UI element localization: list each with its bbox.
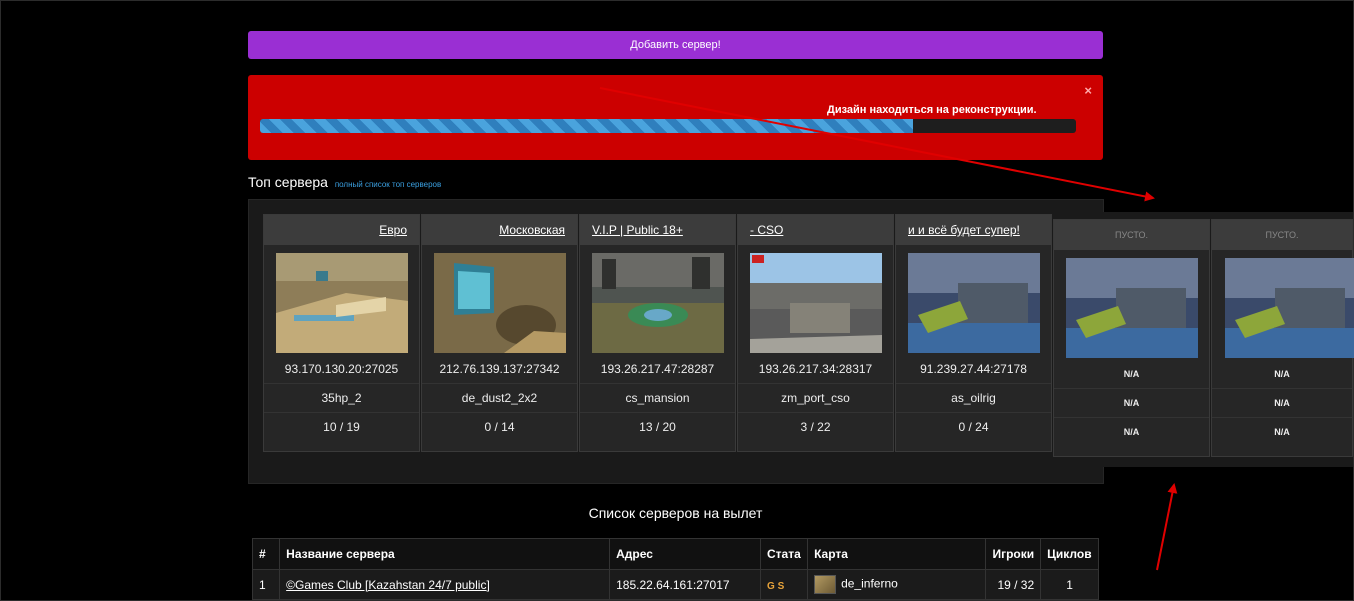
row-cycles: 1: [1040, 569, 1099, 600]
server-map: de_dust2_2x2: [422, 383, 577, 412]
column-header-map: Карта: [807, 538, 987, 570]
full-top-list-link[interactable]: полный список топ серверов: [335, 180, 441, 189]
server-players: N/A: [1054, 417, 1209, 446]
server-map: zm_port_cso: [738, 383, 893, 412]
server-card-header: - CSO: [738, 215, 893, 245]
server-card-header: и и всё будет супер!: [896, 215, 1051, 245]
table-header-row: # Название сервера Адрес Стата Карта Игр…: [251, 538, 1099, 570]
row-name-cell: ©Games Club [Kazahstan 24/7 public]: [279, 569, 611, 600]
server-address: 193.26.217.47:28287: [600, 362, 715, 376]
server-name-link[interactable]: Евро: [264, 223, 419, 237]
empty-server-card: ПУСТО. N/A N/A N/A: [1211, 219, 1354, 457]
table-row: 1 ©Games Club [Kazahstan 24/7 public] 18…: [251, 569, 1099, 600]
server-address: 212.76.139.137:27342: [439, 362, 560, 376]
map-thumbnail[interactable]: [591, 253, 724, 353]
column-header-name: Название сервера: [279, 538, 611, 570]
alert-message: Дизайн находиться на реконструкции.: [827, 104, 1037, 116]
server-players: 13 / 20: [580, 412, 735, 441]
column-header-address: Адрес: [609, 538, 762, 570]
row-number: 1: [251, 569, 281, 600]
column-header-number: #: [251, 538, 281, 570]
server-card: V.I.P | Public 18+ 193.26.217.47:28287 c…: [579, 214, 736, 452]
server-name-link[interactable]: ©Games Club [Kazahstan 24/7 public]: [286, 578, 490, 592]
row-stats-cell: G S: [760, 569, 809, 600]
server-card-header: Московская: [422, 215, 577, 245]
progress-bar: [260, 119, 1076, 133]
server-list-title: Список серверов на вылет: [588, 505, 763, 521]
map-thumbnail[interactable]: [749, 253, 882, 353]
server-map: N/A: [1054, 388, 1209, 417]
server-map: 35hp_2: [264, 383, 419, 412]
map-thumbnail-icon: [814, 575, 837, 594]
row-map: de_inferno: [841, 576, 898, 591]
server-map: as_oilrig: [896, 383, 1051, 412]
server-address: 91.239.27.44:27178: [920, 362, 1027, 376]
annotation-arrow-up: [1156, 483, 1178, 571]
server-card-header: V.I.P | Public 18+: [580, 215, 735, 245]
column-header-stats: Стата: [760, 538, 809, 570]
progress-bar-fill: [260, 119, 913, 133]
server-players: 0 / 14: [422, 412, 577, 441]
server-address: N/A: [1123, 369, 1140, 379]
row-address: 185.22.64.161:27017: [609, 569, 762, 600]
map-thumbnail: [1225, 258, 1354, 358]
empty-server-card: ПУСТО. N/A N/A N/A: [1053, 219, 1210, 457]
row-players: 19 / 32: [985, 569, 1042, 600]
server-name-link[interactable]: V.I.P | Public 18+: [580, 223, 735, 237]
server-map: cs_mansion: [580, 383, 735, 412]
server-card-header: ПУСТО.: [1054, 220, 1209, 250]
server-name-link[interactable]: и и всё будет супер!: [896, 223, 1051, 237]
server-address: N/A: [1274, 369, 1290, 379]
server-players: N/A: [1212, 417, 1352, 446]
maintenance-alert: × Дизайн находиться на реконструкции.: [248, 75, 1103, 160]
top-servers-heading: Топ сервера: [248, 174, 328, 190]
server-card: Московская 212.76.139.137:27342 de_dust2…: [421, 214, 578, 452]
map-thumbnail[interactable]: [907, 253, 1040, 353]
row-map-cell: de_inferno: [807, 569, 987, 600]
column-header-cycles: Циклов: [1040, 538, 1099, 570]
map-thumbnail[interactable]: [433, 253, 566, 353]
server-players: 10 / 19: [264, 412, 419, 441]
server-card-header: ПУСТО.: [1212, 220, 1352, 250]
server-card: и и всё будет супер! 91.239.27.44:27178 …: [895, 214, 1052, 452]
server-players: 3 / 22: [738, 412, 893, 441]
server-address: 193.26.217.34:28317: [758, 362, 873, 376]
server-card: - CSO 193.26.217.34:28317 zm_port_cso 3 …: [737, 214, 894, 452]
server-map: N/A: [1212, 388, 1352, 417]
close-icon[interactable]: ×: [1084, 83, 1092, 98]
top-servers-title: Топ сервера полный список топ серверов: [248, 174, 441, 190]
server-card: Евро 93.170.130.20:27025 35hp_2 10 / 19: [263, 214, 420, 452]
server-address: 93.170.130.20:27025: [284, 362, 399, 376]
map-thumbnail[interactable]: [275, 253, 408, 353]
server-name-link[interactable]: Московская: [422, 223, 577, 237]
server-card-header: Евро: [264, 215, 419, 245]
stats-icon[interactable]: G S: [767, 581, 784, 592]
server-players: 0 / 24: [896, 412, 1051, 441]
server-list-table: # Название сервера Адрес Стата Карта Игр…: [251, 538, 1099, 600]
server-name-link[interactable]: - CSO: [738, 223, 893, 237]
map-thumbnail: [1065, 258, 1198, 358]
add-server-button[interactable]: Добавить сервер!: [248, 31, 1103, 59]
column-header-players: Игроки: [985, 538, 1042, 570]
